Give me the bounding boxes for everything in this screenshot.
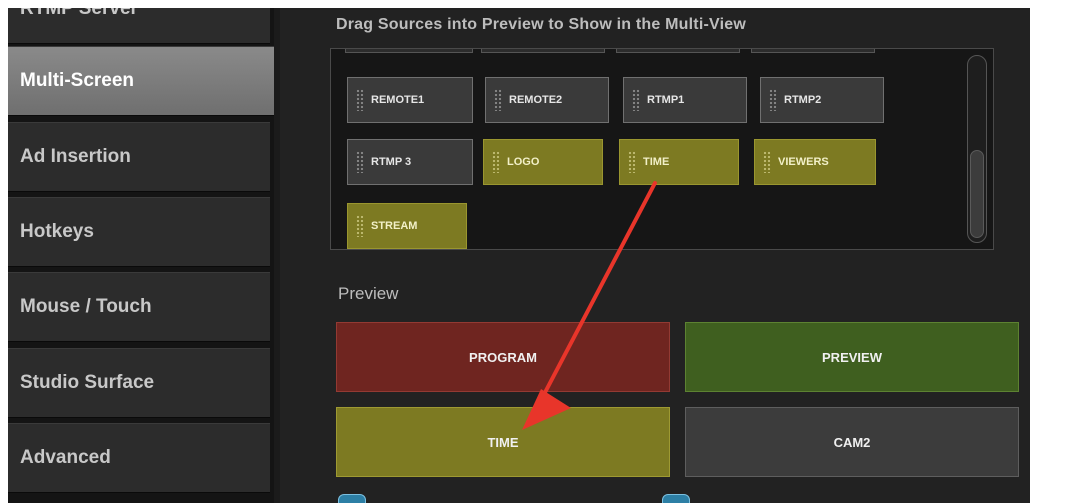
source-button-partial[interactable]: [751, 49, 875, 53]
drag-handle-icon: [769, 89, 777, 111]
multi-screen-panel: Drag Sources into Preview to Show in the…: [280, 8, 1030, 503]
drag-handle-icon: [763, 151, 771, 173]
sidebar-item-rtmp-server[interactable]: RTMP Server: [8, 8, 270, 44]
sidebar-item-label: RTMP Server: [20, 8, 138, 19]
sidebar-item-label: Hotkeys: [20, 221, 94, 242]
sidebar-item-advanced[interactable]: Advanced: [8, 423, 270, 493]
source-label: REMOTE1: [371, 94, 425, 106]
sidebar-item-mouse-touch[interactable]: Mouse / Touch: [8, 272, 270, 342]
sidebar-item-label: Ad Insertion: [20, 146, 131, 167]
sidebar-item-label: Multi-Screen: [20, 70, 135, 91]
drag-handle-icon: [356, 89, 364, 111]
source-button-remote2[interactable]: REMOTE2: [485, 77, 609, 123]
preview-slot-program[interactable]: PROGRAM: [336, 322, 670, 392]
source-label: RTMP2: [784, 94, 822, 106]
source-button-rtmp1[interactable]: RTMP1: [623, 77, 747, 123]
drag-handle-icon: [356, 151, 364, 173]
source-button-rtmp3[interactable]: RTMP 3: [347, 139, 473, 185]
preview-slot-preview[interactable]: PREVIEW: [685, 322, 1019, 392]
multiview-checkbox[interactable]: [338, 494, 366, 503]
source-button-stream[interactable]: STREAM: [347, 203, 467, 249]
settings-sidebar: RTMP Server Multi-Screen Ad Insertion Ho…: [8, 8, 274, 503]
source-button-rtmp2[interactable]: RTMP2: [760, 77, 884, 123]
source-label: TIME: [643, 156, 670, 168]
sidebar-item-multi-screen[interactable]: Multi-Screen: [8, 46, 274, 116]
multiview-checkbox[interactable]: [662, 494, 690, 503]
source-button-remote1[interactable]: REMOTE1: [347, 77, 473, 123]
scrollbar-thumb[interactable]: [970, 150, 984, 238]
source-label: REMOTE2: [509, 94, 563, 106]
sidebar-item-label: Mouse / Touch: [20, 296, 152, 317]
preview-slot-cam2[interactable]: CAM2: [685, 407, 1019, 477]
settings-window: RTMP Server Multi-Screen Ad Insertion Ho…: [8, 8, 1030, 503]
drag-handle-icon: [356, 215, 364, 237]
sidebar-item-studio-surface[interactable]: Studio Surface: [8, 348, 270, 418]
source-button-partial[interactable]: [481, 49, 605, 53]
preview-slot-label: CAM2: [833, 434, 871, 450]
source-button-time[interactable]: TIME: [619, 139, 739, 185]
drag-handle-icon: [492, 151, 500, 173]
sidebar-item-label: Advanced: [20, 447, 111, 468]
source-label: STREAM: [371, 220, 418, 232]
drag-handle-icon: [632, 89, 640, 111]
drag-handle-icon: [628, 151, 636, 173]
source-button-partial[interactable]: [616, 49, 740, 53]
source-list: REMOTE1 REMOTE2 RTMP1 RTMP2 RTMP 3 LOGO …: [330, 48, 994, 250]
sidebar-item-label: Studio Surface: [20, 372, 155, 393]
drag-hint-text: Drag Sources into Preview to Show in the…: [336, 16, 746, 33]
preview-slot-label: PROGRAM: [469, 349, 537, 365]
preview-slot-label: TIME: [487, 434, 519, 450]
source-button-viewers[interactable]: VIEWERS: [754, 139, 876, 185]
preview-slot-label: PREVIEW: [822, 349, 882, 365]
source-list-scrollbar[interactable]: [967, 55, 987, 243]
source-label: VIEWERS: [778, 156, 829, 168]
source-button-logo[interactable]: LOGO: [483, 139, 603, 185]
source-label: RTMP 3: [371, 156, 412, 168]
source-button-partial[interactable]: [345, 49, 473, 53]
preview-slot-time[interactable]: TIME: [336, 407, 670, 477]
drag-handle-icon: [494, 89, 502, 111]
sidebar-item-ad-insertion[interactable]: Ad Insertion: [8, 122, 270, 192]
preview-section-label: Preview: [338, 284, 399, 303]
source-label: RTMP1: [647, 94, 685, 106]
source-label: LOGO: [507, 156, 540, 168]
sidebar-item-hotkeys[interactable]: Hotkeys: [8, 197, 270, 267]
